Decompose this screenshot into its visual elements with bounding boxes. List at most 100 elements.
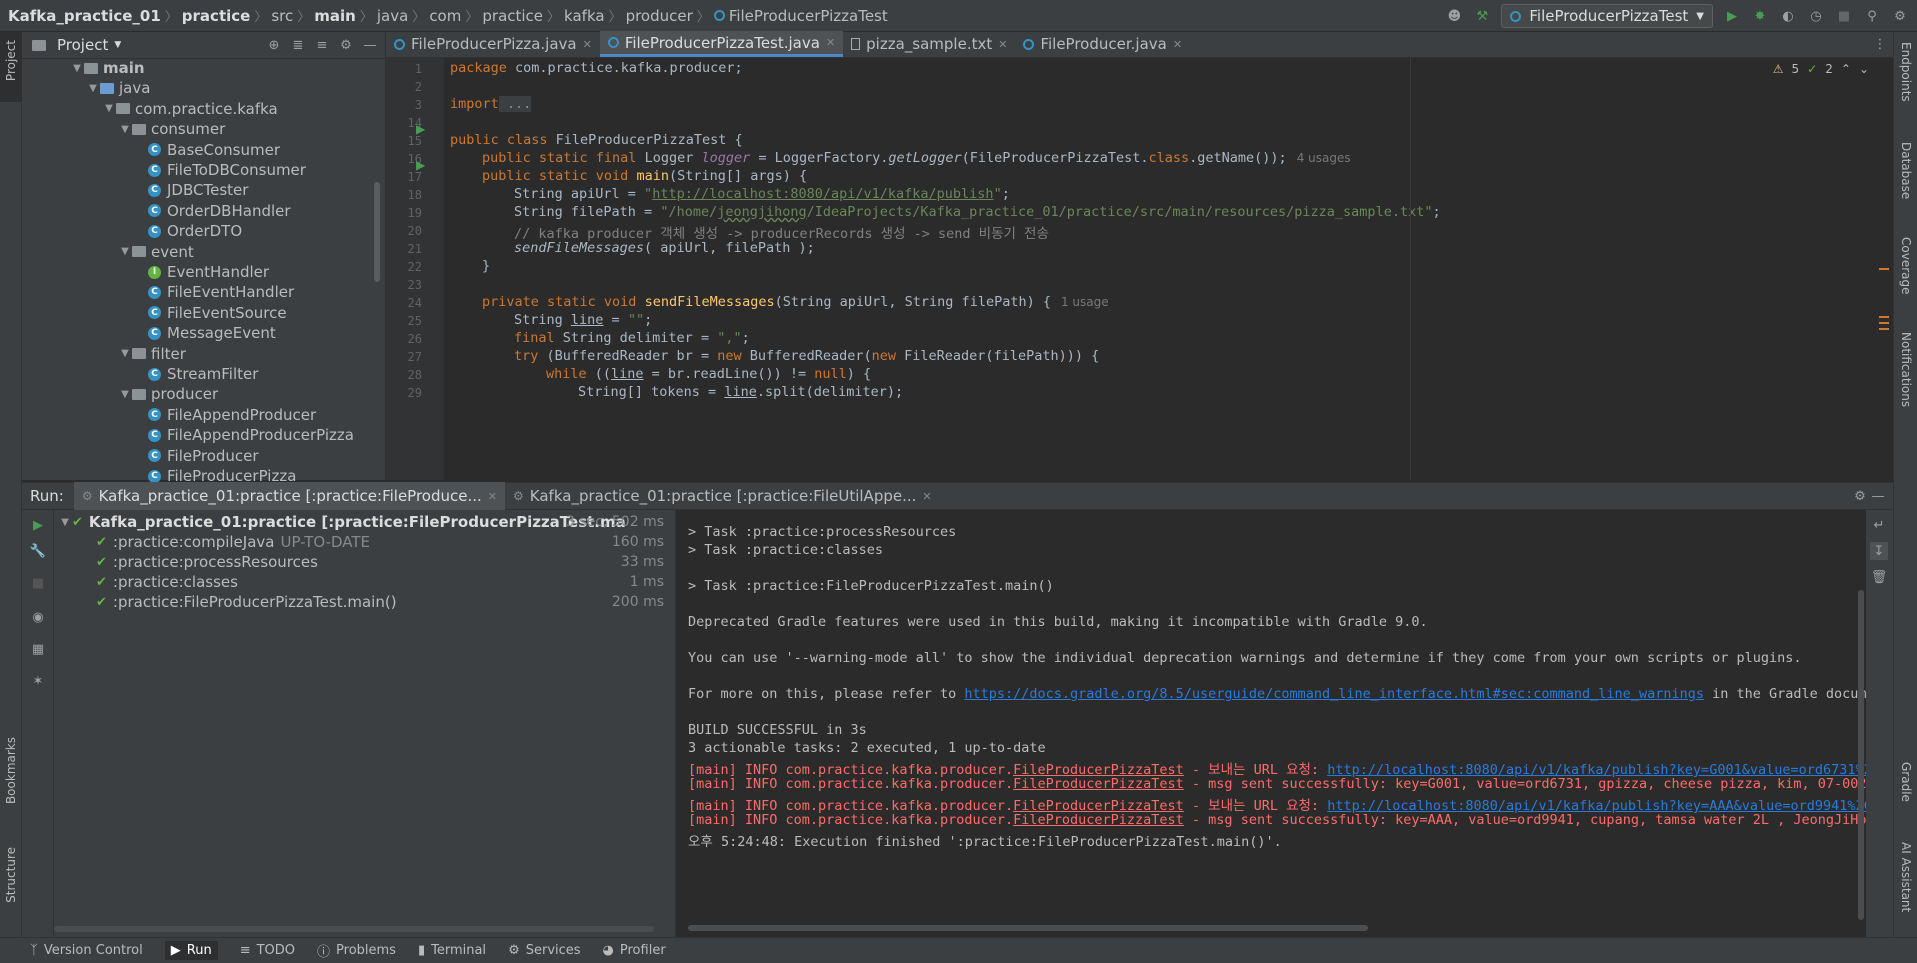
tree-item[interactable]: C OrderDTO	[134, 221, 242, 241]
locate-icon[interactable]: ⊕	[265, 36, 283, 54]
gear-icon[interactable]: ⚙	[1851, 487, 1869, 505]
tree-item[interactable]: ▼ consumer	[118, 119, 225, 139]
inspection-widget[interactable]: ⚠ 5 ✓ 2 ⌃ ⌄	[1773, 62, 1869, 76]
user-icon[interactable]: ☻	[1445, 7, 1463, 25]
tree-item[interactable]: C FileAppendProducerPizza	[134, 425, 354, 445]
wrench-icon[interactable]: 🔧	[29, 542, 47, 560]
run-icon[interactable]: ▶	[1723, 7, 1741, 25]
folded-imports[interactable]: ...	[498, 96, 532, 112]
chevron-down-icon[interactable]: ▼	[58, 517, 72, 528]
collapse-all-icon[interactable]: ≡	[313, 36, 331, 54]
tree-item[interactable]: I EventHandler	[134, 262, 269, 282]
tab-fileproducer[interactable]: FileProducer.java ✕	[1015, 31, 1190, 57]
console-link[interactable]: https://docs.gradle.org/8.5/userguide/co…	[964, 686, 1704, 702]
version-control-button[interactable]: ᛉ Version Control	[30, 943, 143, 958]
tree-item[interactable]: C OrderDBHandler	[134, 201, 291, 221]
project-tool-button[interactable]: Project	[0, 32, 22, 102]
tree-item[interactable]: ▼ main	[70, 58, 144, 78]
tab-fileproducerpizzatest[interactable]: FileProducerPizzaTest.java ✕	[599, 31, 844, 57]
close-icon[interactable]: ✕	[488, 490, 497, 503]
usages-hint[interactable]: 4 usages	[1297, 151, 1351, 165]
breadcrumb-item[interactable]: practice	[182, 7, 251, 25]
chevron-down-icon[interactable]: ▼	[118, 124, 132, 135]
pin-icon[interactable]: ✶	[29, 672, 47, 690]
breadcrumb-item[interactable]: com	[429, 7, 461, 25]
tree-item[interactable]: C JDBCTester	[134, 180, 248, 200]
breadcrumb-item[interactable]: producer	[626, 7, 693, 25]
coverage-stripe-label[interactable]: Coverage	[1899, 237, 1913, 295]
search-icon[interactable]: ⚲	[1863, 7, 1881, 25]
build-hammer-icon[interactable]: ⚒	[1473, 7, 1491, 25]
run-tree-item[interactable]: ✔ :practice:compileJava UP-TO-DATE 160 m…	[96, 532, 672, 552]
tree-item[interactable]: ▼ producer	[118, 384, 218, 404]
gradle-stripe-label[interactable]: Gradle	[1899, 762, 1913, 802]
run-tree-item[interactable]: ✔ :practice:classes 1 ms	[96, 572, 672, 592]
scroll-to-end-icon[interactable]: ↧	[1870, 542, 1888, 560]
terminal-button[interactable]: ▮ Terminal	[418, 943, 486, 958]
run-gutter-icon[interactable]: ▶	[416, 122, 425, 136]
error-stripe-mark[interactable]	[1879, 268, 1889, 270]
tree-item[interactable]: ▼ filter	[118, 344, 186, 364]
run-gutter-icon[interactable]: ▶	[416, 158, 425, 172]
horizontal-scrollbar[interactable]	[54, 926, 654, 932]
layout-icon[interactable]: ▦	[29, 640, 47, 658]
chevron-down-icon[interactable]: ▼	[118, 348, 132, 359]
soft-wrap-icon[interactable]: ↵	[1870, 516, 1888, 534]
tree-item[interactable]: C StreamFilter	[134, 364, 258, 384]
structure-stripe-label[interactable]: Structure	[4, 847, 18, 903]
notifications-stripe-label[interactable]: Notifications	[1899, 332, 1913, 407]
more-tabs-icon[interactable]: ⋮	[1871, 36, 1889, 54]
close-icon[interactable]: ✕	[998, 38, 1007, 51]
ai-assistant-stripe-label[interactable]: AI Assistant	[1899, 842, 1913, 912]
breadcrumb-item[interactable]: java	[377, 7, 408, 25]
breadcrumb-item[interactable]: kafka	[564, 7, 605, 25]
close-icon[interactable]: ✕	[1173, 38, 1182, 51]
tree-item[interactable]: ▼ event	[118, 242, 194, 262]
run-configuration-select[interactable]: FileProducerPizzaTest ▼	[1501, 4, 1713, 28]
profile-icon[interactable]: ◷	[1807, 7, 1825, 25]
tree-item[interactable]: C MessageEvent	[134, 323, 276, 343]
tree-item[interactable]: C FileProducer	[134, 446, 259, 466]
run-tree-root[interactable]: ▼ ✔ Kafka_practice_01:practice [:practic…	[58, 512, 672, 532]
breadcrumb-item[interactable]: FileProducerPizzaTest	[729, 7, 888, 25]
tree-item[interactable]: C FileEventSource	[134, 303, 287, 323]
database-stripe-label[interactable]: Database	[1899, 142, 1913, 199]
tree-item[interactable]: C FileToDBConsumer	[134, 160, 306, 180]
gear-icon[interactable]: ⚙	[1891, 7, 1909, 25]
endpoints-stripe-label[interactable]: Endpoints	[1899, 42, 1913, 102]
services-button[interactable]: ⚙ Services	[508, 943, 580, 958]
stop-icon[interactable]: ■	[29, 574, 47, 592]
gear-icon[interactable]: ⚙	[337, 36, 355, 54]
error-stripe-mark[interactable]	[1879, 316, 1889, 318]
tree-item[interactable]: ▼ com.practice.kafka	[102, 99, 278, 119]
error-stripe-mark[interactable]	[1879, 322, 1889, 324]
expand-all-icon[interactable]: ≣	[289, 36, 307, 54]
breadcrumb-item[interactable]: main	[314, 7, 356, 25]
problems-button[interactable]: ⓘ Problems	[317, 941, 396, 960]
chevron-down-icon[interactable]: ▼	[118, 389, 132, 400]
profiler-button[interactable]: ◕ Profiler	[603, 943, 666, 958]
coverage-icon[interactable]: ◐	[1779, 7, 1797, 25]
tree-item[interactable]: C FileEventHandler	[134, 282, 294, 302]
chevron-down-icon[interactable]: ▼	[86, 83, 100, 94]
run-tree-item[interactable]: ✔ :practice:processResources 33 ms	[96, 552, 672, 572]
breadcrumb-item[interactable]: Kafka_practice_01	[8, 7, 161, 25]
tab-pizza-sample[interactable]: pizza_sample.txt ✕	[843, 31, 1015, 57]
console-class-link[interactable]: FileProducerPizzaTest	[1013, 812, 1184, 828]
hide-icon[interactable]: —	[1869, 487, 1887, 505]
hide-icon[interactable]: —	[361, 36, 379, 54]
horizontal-scrollbar[interactable]	[688, 925, 1368, 931]
chevron-down-icon[interactable]: ▼	[102, 103, 116, 114]
vertical-scrollbar[interactable]	[1858, 590, 1864, 920]
tab-fileproducerpizza[interactable]: FileProducerPizza.java ✕	[386, 31, 600, 57]
tab-run-session[interactable]: ⚙ Kafka_practice_01:practice [:practice:…	[73, 482, 506, 510]
tree-item[interactable]: ▼ java	[86, 78, 150, 98]
tab-run-session[interactable]: ⚙ Kafka_practice_01:practice [:practice:…	[505, 482, 940, 510]
clear-all-icon[interactable]: 🗑	[1870, 568, 1888, 586]
console-class-link[interactable]: FileProducerPizzaTest	[1013, 776, 1184, 792]
breadcrumb-item[interactable]: src	[271, 7, 293, 25]
close-icon[interactable]: ✕	[922, 490, 931, 503]
tree-item[interactable]: C FileAppendProducer	[134, 405, 316, 425]
chevron-down-icon[interactable]: ▼	[118, 246, 132, 257]
usages-hint[interactable]: 1 usage	[1061, 295, 1109, 309]
